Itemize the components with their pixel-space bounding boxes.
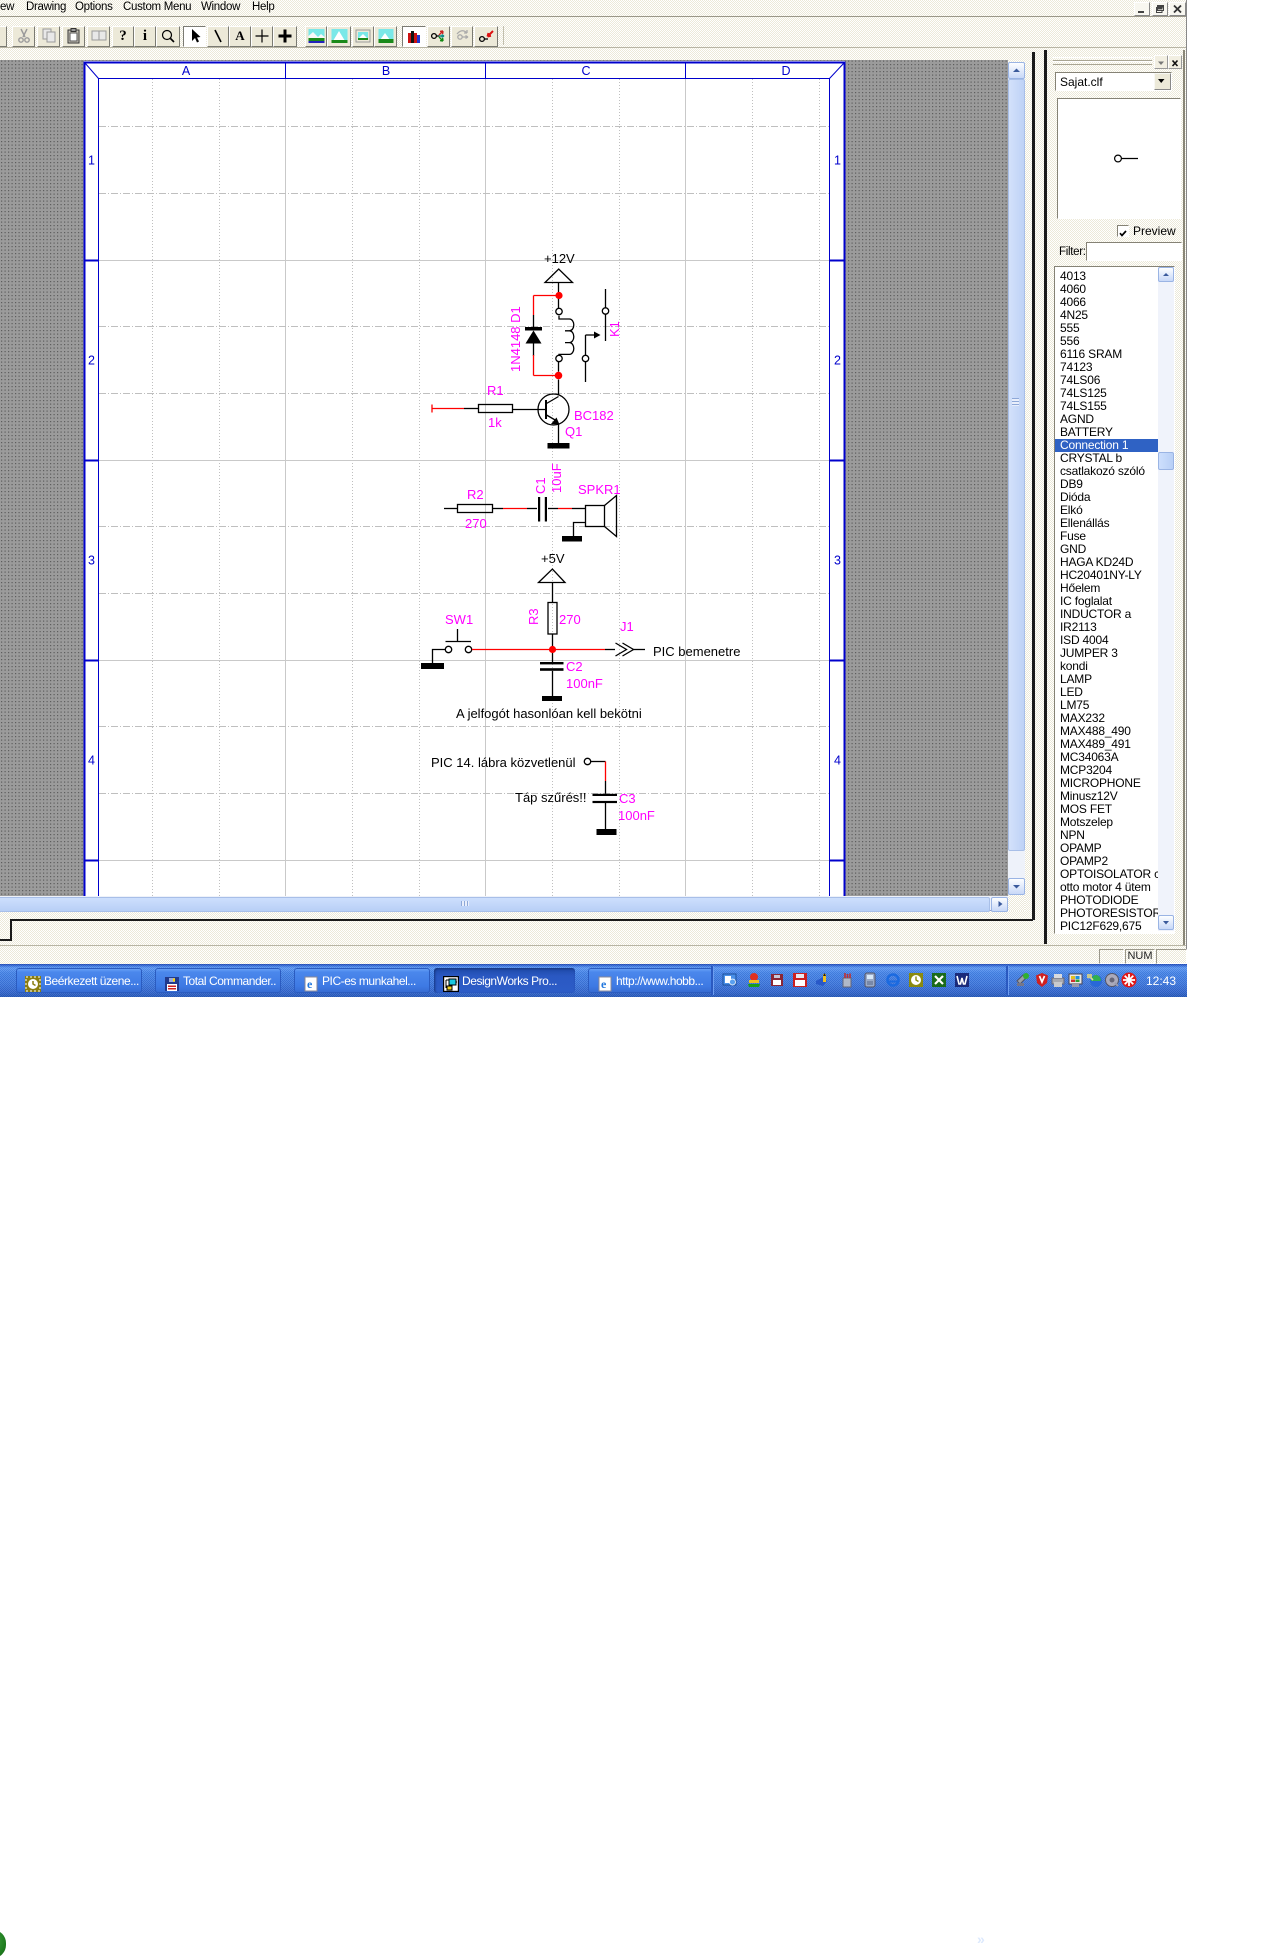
- svg-text:K1: K1: [607, 321, 622, 337]
- svg-text:100nF: 100nF: [618, 808, 655, 823]
- svg-text:4: 4: [88, 754, 95, 768]
- svg-text:1N4148 D1: 1N4148 D1: [508, 306, 523, 372]
- svg-text:SW1: SW1: [445, 612, 473, 627]
- svg-text:270: 270: [465, 516, 487, 531]
- svg-text:Q1: Q1: [565, 424, 582, 439]
- svg-text:A: A: [182, 64, 191, 78]
- svg-text:C3: C3: [619, 791, 636, 806]
- svg-text:2: 2: [88, 354, 95, 368]
- svg-text:C: C: [581, 64, 590, 78]
- svg-text:R3: R3: [526, 608, 541, 625]
- svg-text:1: 1: [834, 154, 841, 168]
- svg-text:100nF: 100nF: [566, 676, 603, 691]
- svg-text:10uF: 10uF: [549, 463, 564, 493]
- svg-text:B: B: [382, 64, 390, 78]
- svg-text:e: e: [601, 977, 607, 991]
- svg-text:PIC bemenetre: PIC bemenetre: [653, 644, 740, 659]
- svg-text:R1: R1: [487, 383, 504, 398]
- svg-text:BC182: BC182: [574, 408, 614, 423]
- svg-text:R2: R2: [467, 487, 484, 502]
- svg-text:+12V: +12V: [544, 251, 575, 266]
- svg-text:e: e: [307, 977, 313, 991]
- svg-text:A jelfogót hasonlóan kell bekö: A jelfogót hasonlóan kell bekötni: [456, 706, 642, 721]
- svg-text:3: 3: [88, 554, 95, 568]
- svg-text:2: 2: [834, 354, 841, 368]
- svg-text:SPKR1: SPKR1: [578, 482, 621, 497]
- svg-text:PIC 14. lábra közvetlenül: PIC 14. lábra közvetlenül: [431, 755, 576, 770]
- svg-text:J1: J1: [620, 619, 634, 634]
- svg-text:1: 1: [88, 154, 95, 168]
- svg-text:1k: 1k: [488, 415, 502, 430]
- svg-text:Táp szűrés!!: Táp szűrés!!: [515, 790, 587, 805]
- svg-text:D: D: [781, 64, 790, 78]
- svg-text:3: 3: [834, 554, 841, 568]
- svg-text:C2: C2: [566, 659, 583, 674]
- svg-text:C1: C1: [533, 477, 548, 494]
- svg-text:4: 4: [834, 754, 841, 768]
- svg-text:270: 270: [559, 612, 581, 627]
- svg-text:+5V: +5V: [541, 551, 565, 566]
